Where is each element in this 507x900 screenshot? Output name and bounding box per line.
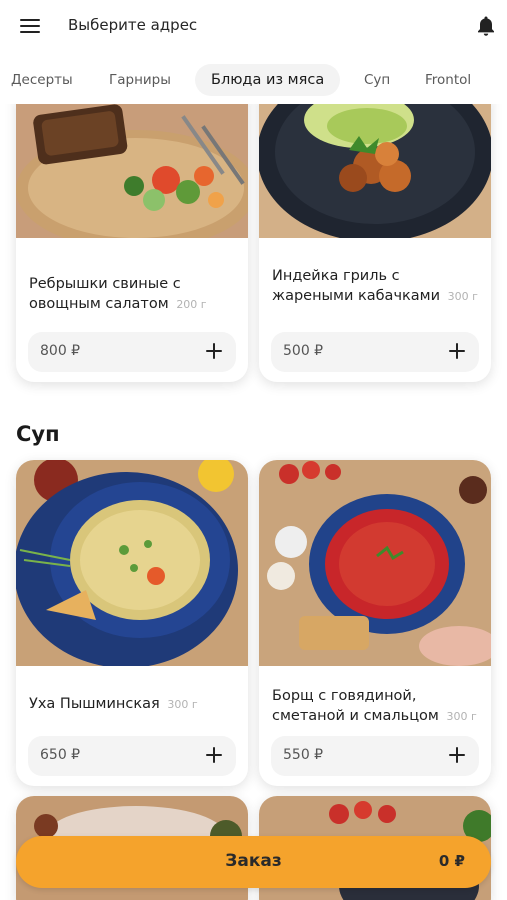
product-weight: 200 г [176,298,207,311]
product-name: Индейка гриль с жареными кабачками 300 г [272,266,481,307]
add-to-cart-button[interactable]: 550 ₽ [271,736,479,776]
product-name: Ребрышки свиные с овощным салатом 200 г [29,274,238,315]
product-weight: 300 г [167,698,198,711]
address-selector[interactable]: Выберите адрес [68,16,197,34]
plus-icon [449,343,465,359]
tab-frontol[interactable]: Frontol [425,64,471,96]
order-button[interactable]: Заказ 0 ₽ [16,836,491,888]
product-weight: 300 г [446,710,477,723]
product-title: Ребрышки свиные с овощным салатом [29,276,181,312]
product-photo [259,104,491,238]
product-weight: 300 г [447,290,478,303]
product-price: 800 ₽ [40,343,81,359]
menu-content: Ребрышки свиные с овощным салатом 200 г … [0,104,507,900]
plus-icon [206,747,222,763]
tab-desserts[interactable]: Десерты [11,64,73,96]
order-total: 0 ₽ [438,852,465,870]
product-photo [16,104,248,238]
product-price: 550 ₽ [283,747,324,763]
product-title: Борщ с говядиной, сметаной и смальцом [272,688,439,724]
tab-meat-dishes[interactable]: Блюда из мяса [195,64,341,96]
product-title: Индейка гриль с жареными кабачками [272,268,441,304]
section-title-soup: Суп [16,422,60,446]
plus-icon [449,747,465,763]
product-card[interactable]: Борщ с говядиной, сметаной и смальцом 30… [259,460,491,786]
add-to-cart-button[interactable]: 800 ₽ [28,332,236,372]
product-title: Уха Пышминская [29,696,160,712]
tab-soup[interactable]: Суп [364,64,390,96]
plus-icon [206,343,222,359]
product-photo [259,460,491,666]
product-name: Борщ с говядиной, сметаной и смальцом 30… [272,686,481,727]
product-name: Уха Пышминская 300 г [29,694,238,715]
product-price: 500 ₽ [283,343,324,359]
product-price: 650 ₽ [40,747,81,763]
hamburger-icon[interactable] [20,18,40,34]
product-card[interactable]: Ребрышки свиные с овощным салатом 200 г … [16,104,248,382]
product-card[interactable]: Индейка гриль с жареными кабачками 300 г… [259,104,491,382]
tab-sides[interactable]: Гарниры [109,64,171,96]
add-to-cart-button[interactable]: 500 ₽ [271,332,479,372]
order-label: Заказ [225,851,282,871]
add-to-cart-button[interactable]: 650 ₽ [28,736,236,776]
top-bar: Выберите адрес [0,0,507,54]
category-tabs: Десерты Гарниры Блюда из мяса Суп Fronto… [0,58,507,102]
product-photo [16,460,248,666]
product-card[interactable]: Уха Пышминская 300 г 650 ₽ [16,460,248,786]
bell-icon[interactable] [474,14,498,38]
